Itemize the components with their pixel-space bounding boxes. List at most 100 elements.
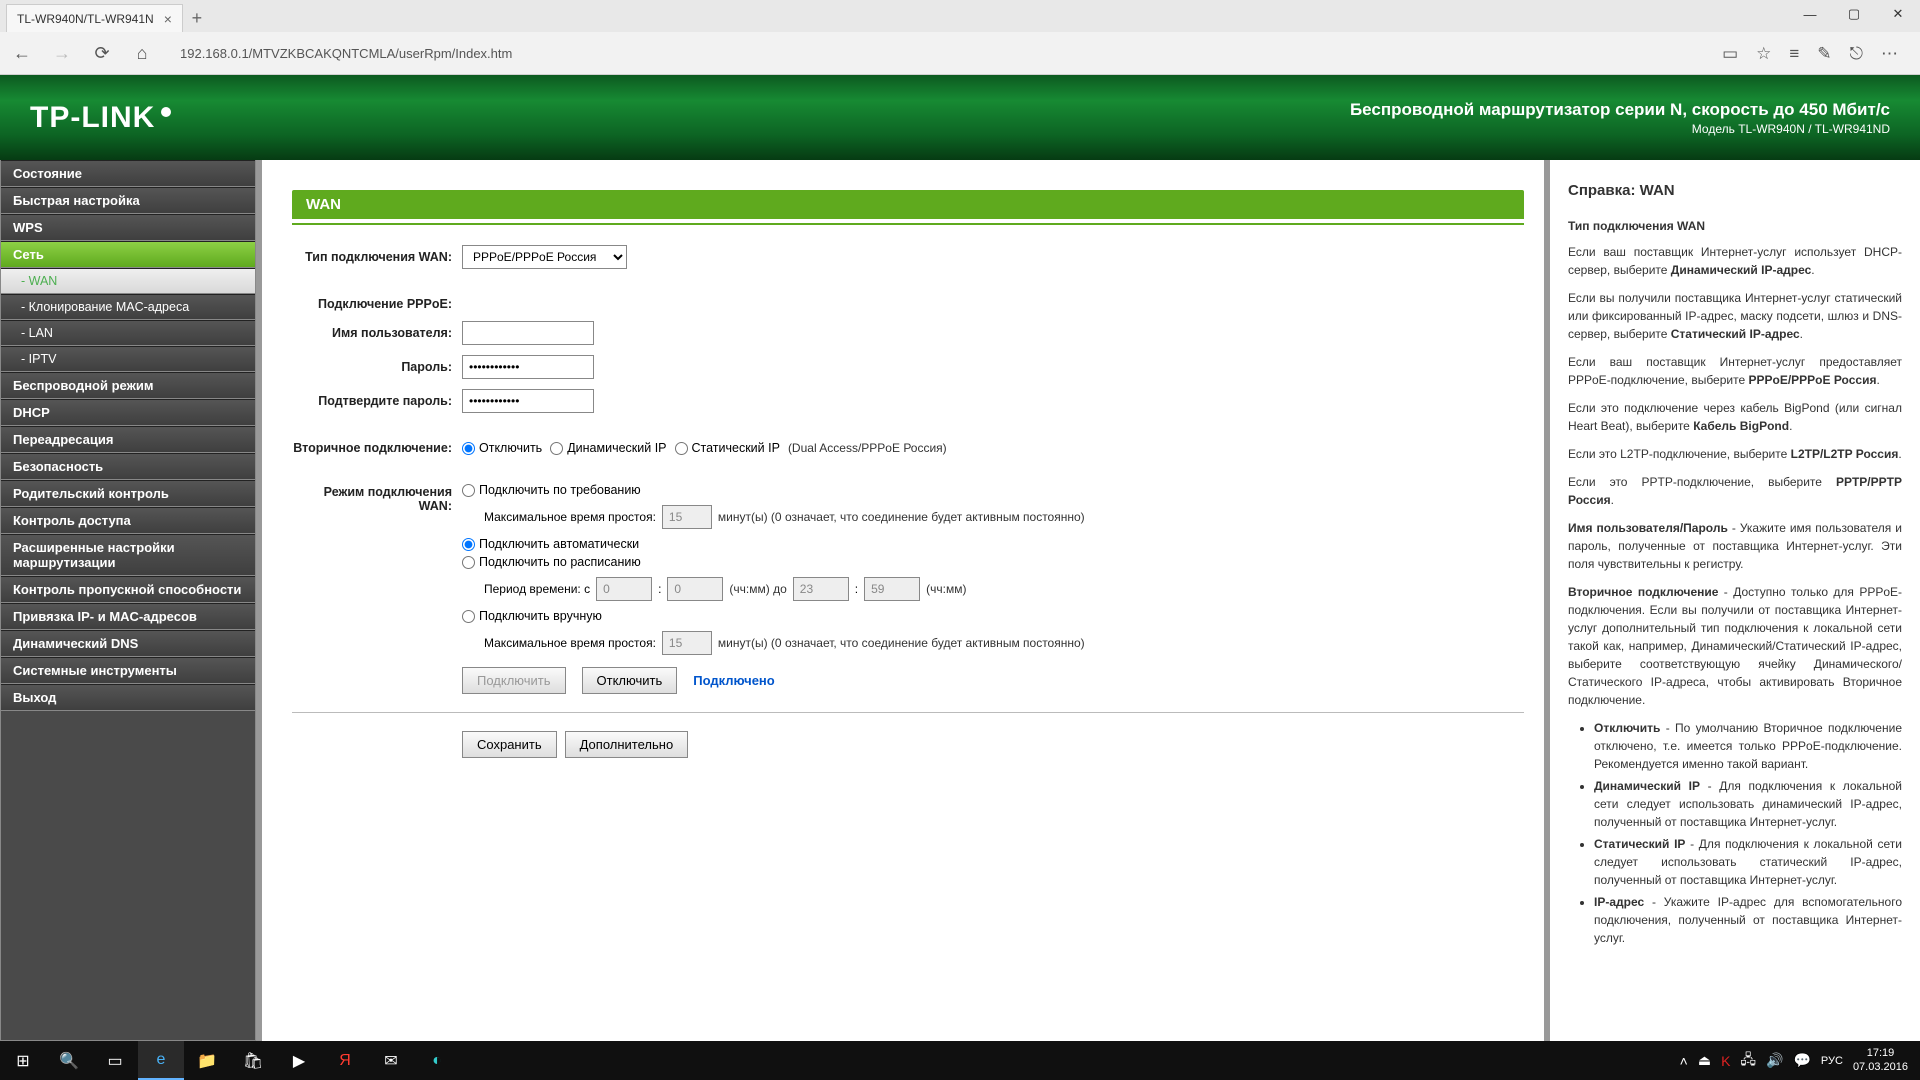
period-h2-input — [793, 577, 849, 601]
new-tab-button[interactable]: + — [183, 4, 211, 32]
idle1-input — [662, 505, 712, 529]
explorer-icon[interactable]: 📁 — [184, 1041, 230, 1080]
idle1-label: Максимальное время простоя: — [484, 510, 656, 524]
sidebar-item-8[interactable]: Беспроводной режим — [1, 372, 255, 399]
confirm-password-input[interactable] — [462, 389, 594, 413]
sidebar-item-1[interactable]: Быстрая настройка — [1, 187, 255, 214]
sidebar-item-4[interactable]: - WAN — [1, 268, 255, 294]
username-input[interactable] — [462, 321, 594, 345]
wan-type-label: Тип подключения WAN: — [292, 250, 462, 264]
sidebar-item-3[interactable]: Сеть — [1, 241, 255, 268]
tray-expand-icon[interactable]: ˄ — [1680, 1053, 1688, 1069]
secondary-static-radio[interactable]: Статический IP — [675, 441, 780, 455]
sidebar-item-5[interactable]: - Клонирование MAC-адреса — [1, 294, 255, 320]
search-icon[interactable]: 🔍 — [46, 1041, 92, 1080]
tray-network-icon[interactable]: 🖧 — [1740, 1049, 1756, 1073]
favorite-icon[interactable]: ☆ — [1756, 44, 1771, 64]
minimize-button[interactable]: — — [1788, 0, 1832, 28]
wan-type-select[interactable]: PPPoE/PPPoE Россия — [462, 245, 627, 269]
tray-notify-icon[interactable]: 💬 — [1793, 1052, 1810, 1069]
sidebar-item-10[interactable]: Переадресация — [1, 426, 255, 453]
mode-auto-radio[interactable]: Подключить автоматически — [462, 537, 639, 551]
mail-icon[interactable]: ✉ — [368, 1041, 414, 1080]
store-icon[interactable]: 🛍 — [230, 1041, 276, 1080]
browser-tab[interactable]: TL-WR940N/TL-WR941N × — [6, 4, 183, 32]
help-panel: Справка: WAN Тип подключения WAN Если ва… — [1544, 160, 1920, 1041]
back-button[interactable]: ← — [10, 43, 34, 64]
logo-text: TP-LINK — [30, 101, 155, 135]
sidebar-item-7[interactable]: - IPTV — [1, 346, 255, 372]
tray-kaspersky-icon[interactable]: K — [1721, 1053, 1730, 1069]
secondary-hint: (Dual Access/PPPoE Россия) — [788, 441, 947, 455]
tray-volume-icon[interactable]: 🔊 — [1766, 1052, 1783, 1069]
close-window-button[interactable]: ✕ — [1876, 0, 1920, 28]
period-m2-input — [864, 577, 920, 601]
sidebar: СостояниеБыстрая настройкаWPSСеть- WAN- … — [0, 160, 256, 1041]
sidebar-item-0[interactable]: Состояние — [1, 160, 255, 187]
mode-label: Режим подключения WAN: — [292, 483, 462, 513]
advanced-button[interactable]: Дополнительно — [565, 731, 689, 758]
language-indicator[interactable]: РУС — [1821, 1055, 1843, 1067]
edge-icon[interactable]: e — [138, 1041, 184, 1080]
sidebar-item-11[interactable]: Безопасность — [1, 453, 255, 480]
password-input[interactable] — [462, 355, 594, 379]
sidebar-item-17[interactable]: Динамический DNS — [1, 630, 255, 657]
disconnect-button[interactable]: Отключить — [582, 667, 678, 694]
sidebar-item-13[interactable]: Контроль доступа — [1, 507, 255, 534]
page-title: WAN — [292, 190, 1524, 219]
forward-button[interactable]: → — [50, 43, 74, 64]
sidebar-item-12[interactable]: Родительский контроль — [1, 480, 255, 507]
tray-usb-icon[interactable]: ⏏ — [1698, 1052, 1711, 1069]
mode-manual-radio[interactable]: Подключить вручную — [462, 609, 602, 623]
sidebar-item-6[interactable]: - LAN — [1, 320, 255, 346]
sidebar-item-19[interactable]: Выход — [1, 684, 255, 711]
refresh-button[interactable]: ⟳ — [90, 43, 114, 64]
idle2-suffix: минут(ы) (0 означает, что соединение буд… — [718, 636, 1085, 650]
home-button[interactable]: ⌂ — [130, 43, 154, 64]
browser-chrome: TL-WR940N/TL-WR941N × + ← → ⟳ ⌂ 192.168.… — [0, 0, 1920, 75]
notes-icon[interactable]: ✎ — [1817, 44, 1831, 64]
address-bar[interactable]: 192.168.0.1/MTVZKBCAKQNTCMLA/userRpm/Ind… — [170, 46, 1706, 61]
sidebar-item-9[interactable]: DHCP — [1, 399, 255, 426]
connect-button[interactable]: Подключить — [462, 667, 566, 694]
task-view-icon[interactable]: ▭ — [92, 1041, 138, 1080]
idle2-input — [662, 631, 712, 655]
mode-demand-radio[interactable]: Подключить по требованию — [462, 483, 641, 497]
start-button[interactable]: ⊞ — [0, 1041, 46, 1080]
period-label: Период времени: с — [484, 582, 590, 596]
router-banner: TP-LINK Беспроводной маршрутизатор серии… — [0, 75, 1920, 160]
secondary-dynamic-radio[interactable]: Динамический IP — [550, 441, 666, 455]
reading-view-icon[interactable]: ▭ — [1722, 44, 1738, 64]
taskbar: ⊞ 🔍 ▭ e 📁 🛍 ▶ Я ✉ ◐ ˄ ⏏ K 🖧 🔊 💬 РУС 17:1… — [0, 1041, 1920, 1080]
password-label: Пароль: — [292, 360, 462, 374]
confirm-label: Подтвердите пароль: — [292, 394, 462, 408]
idle1-suffix: минут(ы) (0 означает, что соединение буд… — [718, 510, 1085, 524]
form-area: WAN Тип подключения WAN: PPPoE/PPPoE Рос… — [256, 160, 1544, 1041]
close-tab-icon[interactable]: × — [164, 11, 172, 27]
more-icon[interactable]: ⋯ — [1881, 44, 1898, 64]
sidebar-item-18[interactable]: Системные инструменты — [1, 657, 255, 684]
yandex-icon[interactable]: Я — [322, 1041, 368, 1080]
period-end: (чч:мм) — [926, 582, 966, 596]
save-button[interactable]: Сохранить — [462, 731, 557, 758]
clock[interactable]: 17:19 07.03.2016 — [1853, 1047, 1908, 1073]
banner-model: Модель TL-WR940N / TL-WR941ND — [1350, 122, 1890, 136]
maximize-button[interactable]: ▢ — [1832, 0, 1876, 28]
hub-icon[interactable]: ≡ — [1789, 44, 1799, 64]
username-label: Имя пользователя: — [292, 326, 462, 340]
share-icon[interactable]: ⎋ — [1850, 44, 1863, 64]
app-icon[interactable]: ◐ — [414, 1041, 460, 1080]
logo: TP-LINK — [30, 101, 171, 135]
period-to: (чч:мм) до — [729, 582, 786, 596]
sidebar-item-2[interactable]: WPS — [1, 214, 255, 241]
media-icon[interactable]: ▶ — [276, 1041, 322, 1080]
sidebar-item-14[interactable]: Расширенные настройки маршрутизации — [1, 534, 255, 576]
idle2-label: Максимальное время простоя: — [484, 636, 656, 650]
period-h1-input — [596, 577, 652, 601]
secondary-disable-radio[interactable]: Отключить — [462, 441, 542, 455]
help-subtitle: Тип подключения WAN — [1568, 217, 1902, 235]
mode-sched-radio[interactable]: Подключить по расписанию — [462, 555, 641, 569]
help-title: Справка: WAN — [1568, 180, 1902, 203]
sidebar-item-16[interactable]: Привязка IP- и MAC-адресов — [1, 603, 255, 630]
sidebar-item-15[interactable]: Контроль пропускной способности — [1, 576, 255, 603]
